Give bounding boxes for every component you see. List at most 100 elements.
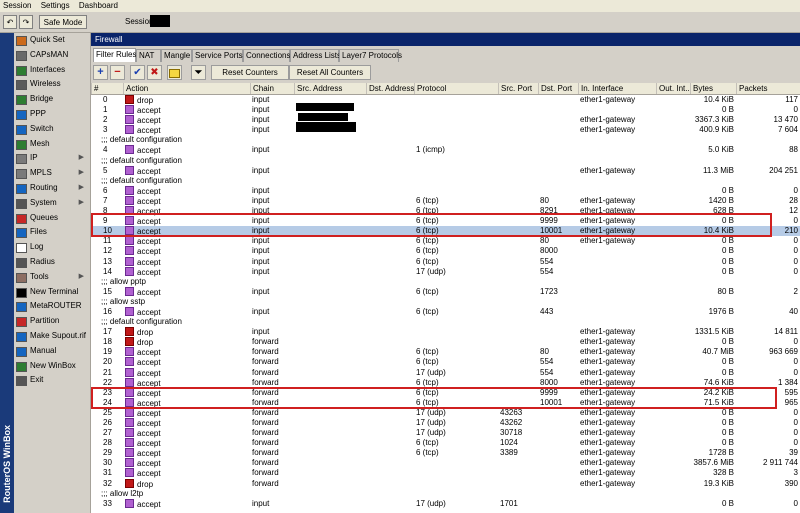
nav-item-routing[interactable]: Routing ▶ <box>14 181 90 196</box>
table-row[interactable]: 8 accept input 6 (tcp) 8291 ether1-gateway 628… <box>91 206 800 216</box>
reset-all-counters-button[interactable]: Reset All Counters <box>289 65 371 80</box>
nav-item-manual[interactable]: Manual <box>14 344 90 359</box>
tab-service-ports[interactable]: Service Ports <box>192 49 243 62</box>
nav-item-mpls[interactable]: MPLS ▶ <box>14 166 90 181</box>
table-row[interactable]: 28 accept forward 6 (tcp) 1024 ether1-gateway… <box>91 438 800 448</box>
rule-comment-row[interactable]: ;;; allow pptp <box>91 277 800 287</box>
table-row[interactable]: 26 accept forward 17 (udp) 43262 ether1-gatew… <box>91 418 800 428</box>
column-header-id[interactable]: # <box>91 83 123 94</box>
table-row[interactable]: 25 accept forward 17 (udp) 43263 ether1-gatew… <box>91 407 800 418</box>
column-header-proto[interactable]: Protocol <box>414 83 498 94</box>
tab-nat[interactable]: NAT <box>136 49 161 62</box>
menu-dashboard[interactable]: Dashboard <box>76 0 122 11</box>
table-row[interactable]: 31 accept forward ether1-gateway 328 B 3 <box>91 468 800 478</box>
table-row[interactable]: 5 accept input ether1-gateway 11.3 MiB 204 25… <box>91 165 800 176</box>
add-button[interactable]: + <box>93 65 108 80</box>
table-row[interactable]: 11 accept input 6 (tcp) 80 ether1-gateway 0 B 0 <box>91 236 800 246</box>
nav-item-files[interactable]: Files <box>14 225 90 240</box>
nav-item-log[interactable]: Log <box>14 240 90 255</box>
column-header-dport[interactable]: Dst. Port <box>538 83 578 94</box>
table-row[interactable]: 18 drop forward ether1-gateway 0 B 0 <box>91 337 800 347</box>
disable-button[interactable]: ✖ <box>147 65 162 80</box>
table-row[interactable]: 24 accept forward 6 (tcp) 10001 ether1-gatewa… <box>91 397 800 408</box>
cell-bytes: 0 B <box>692 337 734 347</box>
rule-comment-row[interactable]: ;;; default configuration <box>91 156 800 166</box>
redo-icon[interactable]: ↷ <box>19 15 33 29</box>
table-row[interactable]: 9 accept input 6 (tcp) 9999 ether1-gateway 0 B… <box>91 216 800 226</box>
tab-layer7-protocols[interactable]: Layer7 Protocols <box>339 49 402 62</box>
column-header-outif[interactable]: Out. Int... <box>656 83 690 94</box>
table-row[interactable]: 22 accept forward 6 (tcp) 8000 ether1-gateway… <box>91 377 800 388</box>
nav-item-new-winbox[interactable]: New WinBox <box>14 359 90 374</box>
table-row[interactable]: 13 accept input 6 (tcp) 554 0 B 0 <box>91 256 800 267</box>
tab-address-lists[interactable]: Address Lists <box>290 49 341 62</box>
table-row[interactable]: 7 accept input 6 (tcp) 80 ether1-gateway 1420 … <box>91 195 800 206</box>
table-row[interactable]: 27 accept forward 17 (udp) 30718 ether1-gatew… <box>91 428 800 438</box>
nav-item-quick-set[interactable]: Quick Set <box>14 33 90 48</box>
rule-comment-row[interactable]: ;;; default configuration <box>91 135 800 145</box>
nav-item-ip[interactable]: IP ▶ <box>14 151 90 166</box>
remove-button[interactable]: − <box>110 65 125 80</box>
column-header-dst[interactable]: Dst. Address <box>366 83 414 94</box>
table-row[interactable]: 33 accept input 17 (udp) 1701 0 B 0 <box>91 498 800 509</box>
table-row[interactable]: 23 accept forward 6 (tcp) 9999 ether1-gateway… <box>91 387 800 398</box>
nav-item-mesh[interactable]: Mesh <box>14 137 90 152</box>
table-row[interactable]: 10 accept input 6 (tcp) 10001 ether1-gateway 1… <box>91 226 800 237</box>
rule-comment-row[interactable]: ;;; allow sstp <box>91 297 800 307</box>
table-row[interactable]: 1 accept input 0 B 0 <box>91 105 800 115</box>
enable-button[interactable]: ✔ <box>130 65 145 80</box>
table-row[interactable]: 30 accept forward ether1-gateway 3857.6 MiB 2… <box>91 458 800 468</box>
safe-mode-button[interactable]: Safe Mode <box>39 15 87 29</box>
table-row[interactable]: 12 accept input 6 (tcp) 8000 0 B 0 <box>91 246 800 256</box>
menu-settings[interactable]: Settings <box>38 0 74 11</box>
table-row[interactable]: 2 accept input ether1-gateway 3367.3 KiB 13 4… <box>91 115 800 125</box>
table-row[interactable]: 15 accept input 6 (tcp) 1723 80 B 2 <box>91 286 800 297</box>
table-row[interactable]: 6 accept input 0 B 0 <box>91 185 800 196</box>
nav-item-capsman[interactable]: CAPsMAN <box>14 48 90 63</box>
table-row[interactable]: 21 accept forward 17 (udp) 554 ether1-gateway… <box>91 367 800 378</box>
nav-item-tools[interactable]: Tools ▶ <box>14 270 90 285</box>
table-row[interactable]: 29 accept forward 6 (tcp) 3389 ether1-gateway… <box>91 448 800 458</box>
nav-item-metarouter[interactable]: MetaROUTER <box>14 299 90 314</box>
nav-item-wireless[interactable]: Wireless <box>14 77 90 92</box>
column-header-packets[interactable]: Packets <box>736 83 800 94</box>
nav-item-make-supout-rif[interactable]: Make Supout.rif <box>14 329 90 344</box>
table-row[interactable]: 0 drop input ether1-gateway 10.4 KiB 117 <box>91 95 800 105</box>
nav-item-new-terminal[interactable]: New Terminal <box>14 285 90 300</box>
table-row[interactable]: 17 drop input ether1-gateway 1331.5 KiB 14 81… <box>91 327 800 337</box>
column-header-chain[interactable]: Chain <box>250 83 294 94</box>
cell-dst <box>368 105 412 115</box>
column-header-bytes[interactable]: Bytes <box>690 83 736 94</box>
nav-item-bridge[interactable]: Bridge <box>14 92 90 107</box>
nav-item-switch[interactable]: Switch <box>14 122 90 137</box>
column-header-sport[interactable]: Src. Port <box>498 83 538 94</box>
rule-comment-row[interactable]: ;;; allow l2tp <box>91 489 800 499</box>
nav-item-system[interactable]: System ▶ <box>14 196 90 211</box>
nav-item-interfaces[interactable]: Interfaces <box>14 63 90 78</box>
menu-session[interactable]: Session <box>0 0 35 11</box>
column-header-src[interactable]: Src. Address <box>294 83 366 94</box>
nav-item-exit[interactable]: Exit <box>14 373 90 388</box>
rule-comment-row[interactable]: ;;; default configuration <box>91 317 800 327</box>
table-row[interactable]: 19 accept forward 6 (tcp) 80 ether1-gateway 40… <box>91 347 800 357</box>
table-row[interactable]: 16 accept input 6 (tcp) 443 1976 B 40 <box>91 306 800 317</box>
filter-button[interactable]: ⏷ <box>191 65 206 80</box>
tab-filter-rules[interactable]: Filter Rules <box>93 48 136 62</box>
column-header-action[interactable]: Action <box>123 83 250 94</box>
column-header-inif[interactable]: In. Interface <box>578 83 656 94</box>
table-row[interactable]: 32 drop forward ether1-gateway 19.3 KiB 390 <box>91 478 800 489</box>
comment-button[interactable] <box>167 65 182 80</box>
tab-mangle[interactable]: Mangle <box>161 49 192 62</box>
nav-item-radius[interactable]: Radius <box>14 255 90 270</box>
table-row[interactable]: 20 accept forward 6 (tcp) 554 ether1-gateway 0… <box>91 357 800 367</box>
table-row[interactable]: 14 accept input 17 (udp) 554 0 B 0 <box>91 266 800 277</box>
table-row[interactable]: 4 accept input 1 (icmp) 5.0 KiB 88 <box>91 145 800 155</box>
tab-connections[interactable]: Connections <box>243 49 290 62</box>
rule-comment-row[interactable]: ;;; default configuration <box>91 176 800 186</box>
nav-item-queues[interactable]: Queues <box>14 211 90 226</box>
undo-icon[interactable]: ↶ <box>3 15 17 29</box>
nav-item-partition[interactable]: Partition <box>14 314 90 329</box>
nav-item-ppp[interactable]: PPP <box>14 107 90 122</box>
table-row[interactable]: 3 accept input ether1-gateway 400.9 KiB 7 604 <box>91 125 800 135</box>
reset-counters-button[interactable]: Reset Counters <box>211 65 289 80</box>
